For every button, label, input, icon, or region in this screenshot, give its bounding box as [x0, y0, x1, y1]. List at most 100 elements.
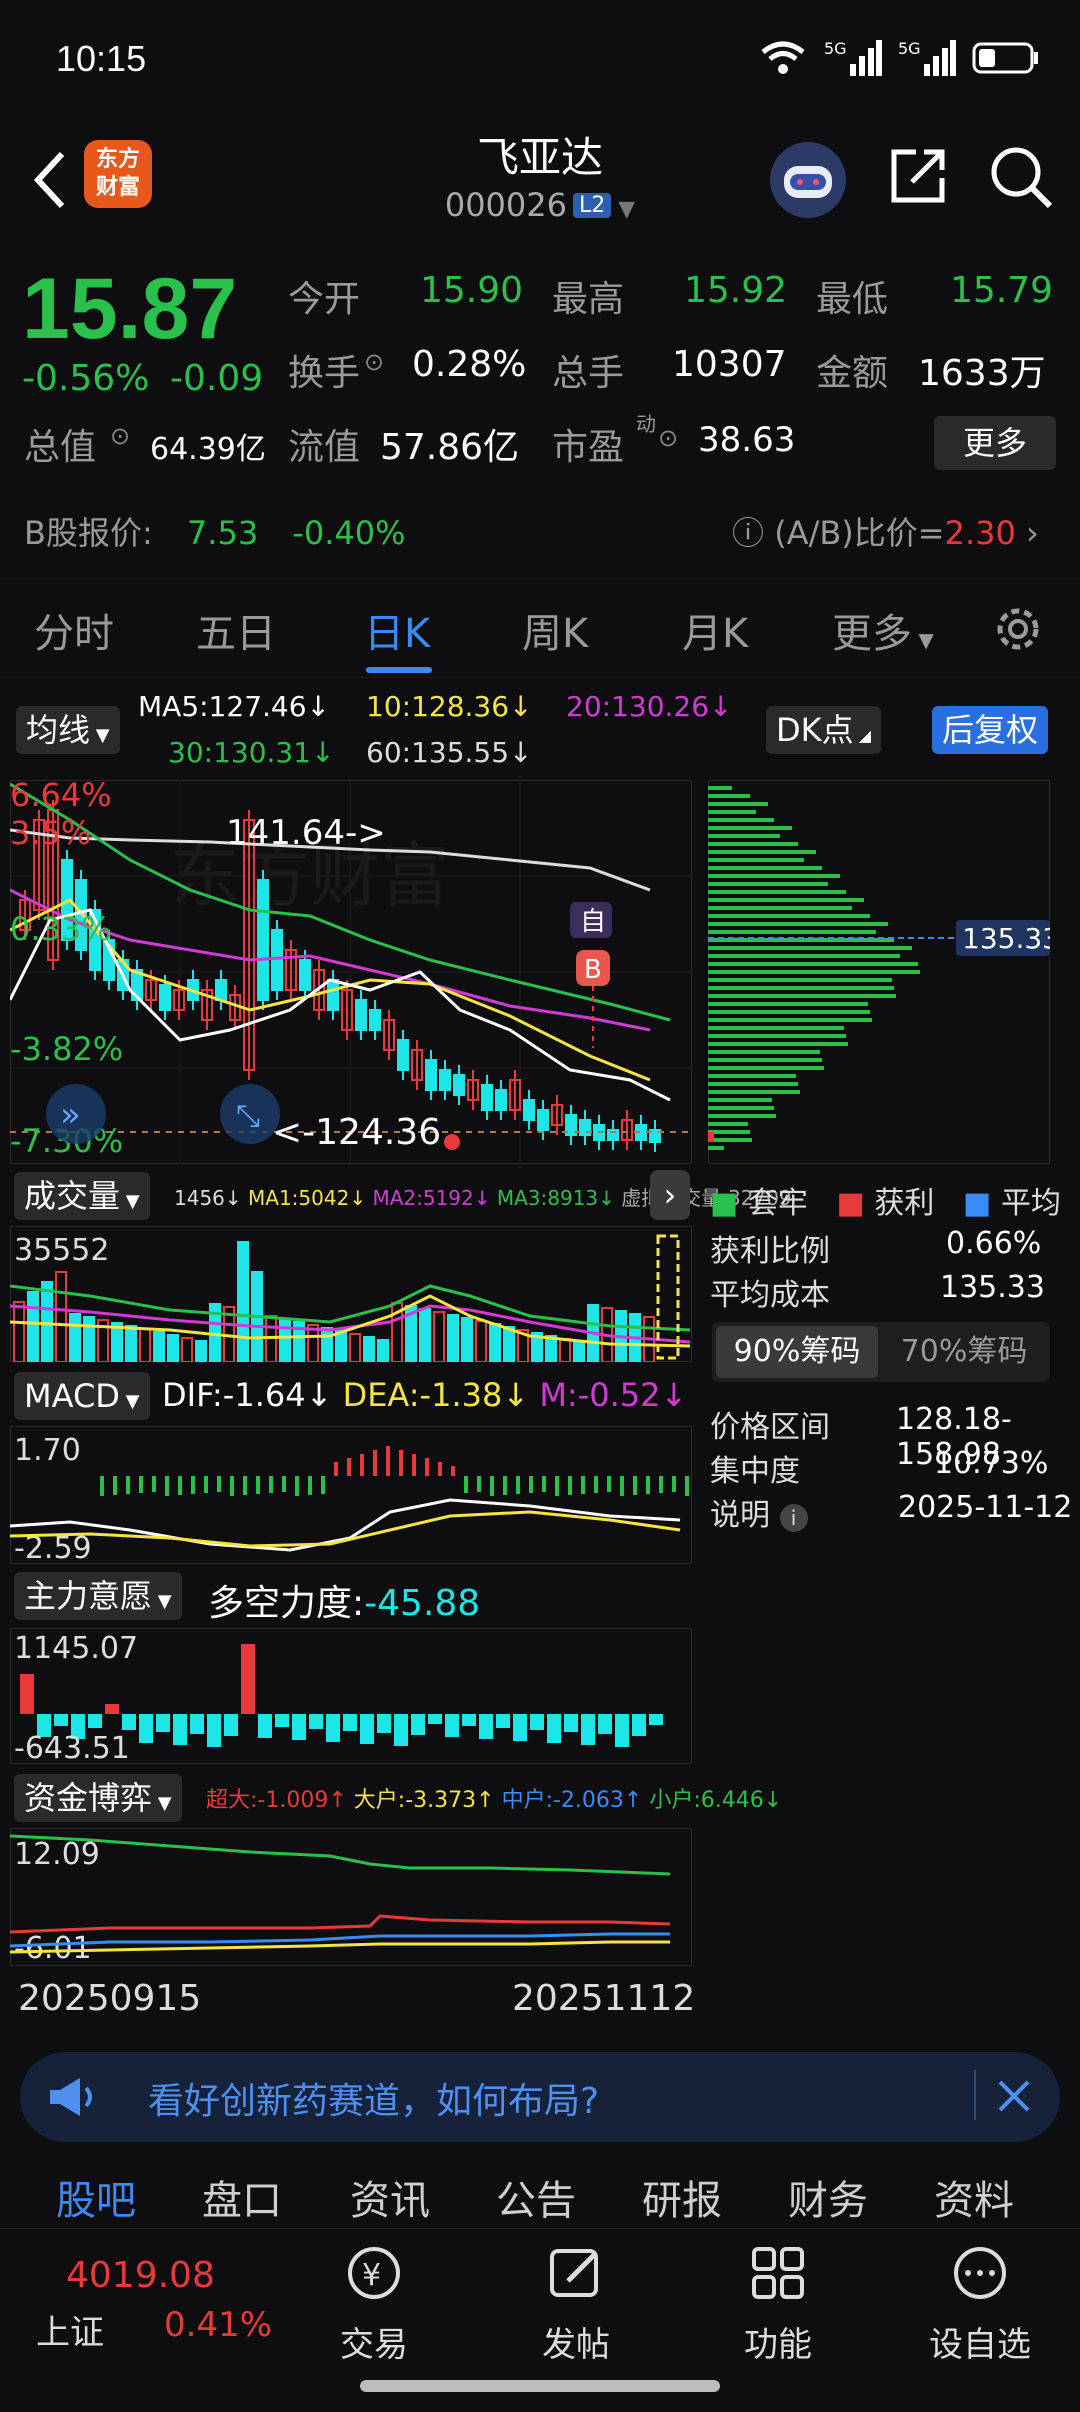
current-dot [444, 1134, 460, 1150]
date-end: 20251112 [512, 1978, 696, 2019]
profit-ratio-value: 0.66% [946, 1226, 1042, 1261]
main-force-bar [564, 1714, 578, 1732]
main-force-bar [190, 1714, 204, 1734]
chip-bar [708, 906, 852, 910]
volume-ma1: MA1:5042↓ [248, 1186, 367, 1210]
assistant-robot-icon[interactable] [770, 142, 846, 218]
chip-bar [708, 1130, 750, 1134]
tab-financials[interactable]: 财务 [788, 2168, 868, 2226]
info-circle-icon[interactable]: ⊙ [658, 424, 678, 452]
bshare-label: B股报价: [24, 514, 153, 552]
chip-bar [708, 858, 804, 862]
main-force-value: -45.88 [364, 1583, 481, 1624]
tab-five-day[interactable]: 五日 [196, 601, 276, 659]
info-circle-icon[interactable]: ⊙ [110, 422, 130, 450]
volume-selector[interactable]: 成交量 ▼ [14, 1172, 150, 1220]
chip-bar [708, 1114, 776, 1118]
svg-text:5G: 5G [824, 39, 847, 58]
news-banner[interactable]: 看好创新药赛道，如何布局? [20, 2052, 1060, 2142]
ma-selector[interactable]: 均线 ▼ [16, 706, 120, 754]
macd-bar [490, 1476, 494, 1496]
tab-chip-70[interactable]: 70%筹码 [882, 1326, 1046, 1378]
tab-announcements[interactable]: 公告 [496, 2168, 576, 2226]
main-force-selector[interactable]: 主力意愿 ▼ [14, 1572, 182, 1620]
tab-more[interactable]: 更多 ▼ [832, 601, 934, 659]
ab-ratio-row[interactable]: ⓘ (A/B)比价=2.30 › [732, 508, 1039, 554]
functions-button[interactable]: 功能 [708, 2243, 848, 2366]
macd-bar [620, 1476, 624, 1496]
chip-distribution-chart[interactable]: 135.33 [708, 780, 1050, 1164]
tab-news[interactable]: 资讯 [350, 2168, 430, 2226]
chevron-down-icon: ▼ [611, 197, 636, 222]
dk-point-button[interactable]: DK点 ◢ [766, 706, 882, 754]
macd-bar [373, 1450, 377, 1476]
volume-bar [503, 1326, 515, 1362]
kline-chart[interactable]: 东方财富 6.64% 3.5% 0.33% -3.82% -7.30% 141.… [10, 780, 692, 1164]
macd-bar [308, 1476, 312, 1495]
pe-label: 市盈 [552, 427, 625, 468]
volume-label: 总手 [552, 353, 625, 394]
chevron-right-icon[interactable]: › [650, 1170, 690, 1220]
info-icon[interactable]: i [779, 1504, 808, 1532]
candle [327, 979, 339, 1011]
macd-bar [256, 1476, 260, 1494]
kline-pct-3: 0.33% [10, 910, 112, 948]
macd-m: M:-0.52↓ [539, 1376, 688, 1414]
macd-bar [347, 1458, 351, 1476]
more-button[interactable]: 更多 [934, 416, 1056, 470]
pe-sup: 动 [636, 412, 656, 436]
tab-forum[interactable]: 股吧 [56, 2168, 136, 2226]
macd-bar [295, 1476, 299, 1496]
amount-value: 1633万 [918, 353, 1046, 394]
chip-bar [708, 802, 768, 806]
add-watchlist-button[interactable]: 设自选 [910, 2243, 1050, 2366]
macd-info-row: DIF:-1.64↓ DEA:-1.38↓ M:-0.52↓ [162, 1376, 687, 1414]
tab-intraday[interactable]: 分时 [34, 601, 114, 659]
volume-info-row: 1456↓ MA1:5042↓ MA2:5192↓ MA3:8913↓ 虚拟成交… [174, 1182, 792, 1211]
macd-selector[interactable]: MACD ▼ [14, 1372, 150, 1420]
info-circle-icon[interactable]: ⊙ [364, 348, 384, 376]
macd-bar [555, 1476, 559, 1496]
macd-bar [581, 1476, 585, 1494]
post-button[interactable]: 发帖 [506, 2243, 646, 2366]
home-indicator[interactable] [360, 2380, 720, 2392]
bshare-pct: -0.40% [292, 514, 406, 552]
mktcap-value: 64.39亿 [150, 432, 266, 467]
macd-bar [217, 1476, 221, 1492]
volume-bar [125, 1325, 137, 1362]
main-force-chart: 1145.07 -643.51 [10, 1628, 692, 1764]
restore-button[interactable]: 后复权 [932, 706, 1049, 754]
tab-research[interactable]: 研报 [642, 2168, 722, 2226]
fund-info-row: 超大:-1.009↑ 大户:-3.373↑ 中户:-2.063↑ 小户:6.44… [206, 1782, 782, 1814]
tab-profile[interactable]: 资料 [934, 2168, 1014, 2226]
candle [369, 1009, 381, 1031]
chip-bar [708, 1058, 822, 1062]
volume-bar [69, 1313, 81, 1362]
ma60-label: 60:135.55↓ [366, 736, 533, 769]
trade-button[interactable]: ¥ 交易 [304, 2243, 444, 2366]
close-icon[interactable] [996, 2078, 1032, 2114]
change-pct: -0.56% [22, 358, 150, 399]
search-icon[interactable] [988, 144, 1054, 210]
volume-bar [41, 1281, 53, 1362]
settings-gear-icon[interactable] [990, 601, 1046, 657]
chip-bar [708, 890, 846, 894]
fund-game-selector[interactable]: 资金博弈 ▼ [14, 1774, 182, 1822]
tab-daily-k[interactable]: 日K [364, 601, 430, 659]
tab-orderbook[interactable]: 盘口 [202, 2168, 282, 2226]
macd-bar [685, 1476, 689, 1496]
ma5-label: MA5:127.46↓ [138, 690, 330, 723]
last-price: 15.87 [22, 261, 238, 357]
tab-weekly-k[interactable]: 周K [522, 601, 588, 659]
chip-bar [708, 810, 756, 814]
tab-monthly-k[interactable]: 月K [682, 601, 748, 659]
macd-bar [191, 1476, 195, 1494]
macd-bar [386, 1446, 390, 1476]
index-pct: 0.41% [164, 2305, 273, 2345]
tab-chip-90[interactable]: 90%筹码 [716, 1326, 878, 1378]
note-date: 2025-11-12 [898, 1490, 1073, 1525]
index-value[interactable]: 4019.08 [66, 2255, 215, 2296]
volume-current: 1456↓ [174, 1186, 242, 1210]
share-icon[interactable] [886, 144, 950, 208]
main-force-bar [275, 1714, 289, 1727]
